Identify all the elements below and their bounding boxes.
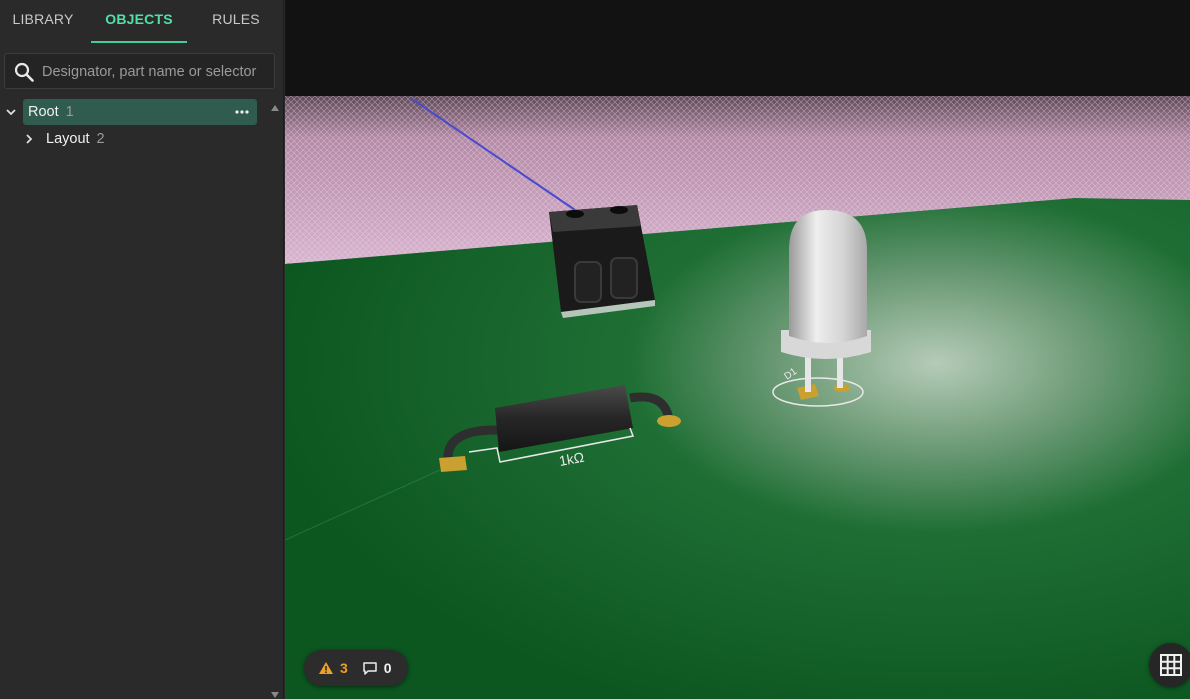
status-indicator[interactable]: 3 0: [304, 650, 408, 686]
chevron-down-icon[interactable]: [3, 104, 19, 120]
tree-item-layout-label: Layout: [46, 131, 90, 147]
search-icon: [14, 62, 34, 82]
tree-item-layout[interactable]: Layout 2: [41, 126, 241, 152]
search-box[interactable]: [4, 53, 275, 89]
comment-icon: [363, 662, 377, 675]
tree-item-root-count: 1: [65, 104, 74, 120]
tree-item-root-label: Root: [28, 104, 59, 120]
grid-icon: [1160, 654, 1182, 676]
tab-objects[interactable]: OBJECTS: [91, 0, 187, 38]
tab-rules[interactable]: RULES: [188, 0, 284, 38]
warning-count: 3: [340, 660, 348, 676]
warning-icon: [319, 662, 333, 674]
scroll-down-arrow[interactable]: [271, 692, 279, 698]
left-panel: LIBRARY OBJECTS RULES Root 1 Layout 2: [0, 0, 284, 699]
pcb-3d-scene: D1 1kΩ: [285, 0, 1190, 699]
3d-viewport[interactable]: D1 1kΩ: [285, 0, 1190, 699]
grid-toggle-button[interactable]: [1149, 643, 1190, 687]
panel-tabs: LIBRARY OBJECTS RULES: [0, 0, 283, 44]
more-icon[interactable]: [235, 104, 249, 120]
active-tab-indicator: [91, 41, 187, 43]
scroll-up-arrow[interactable]: [271, 105, 279, 111]
search-input[interactable]: [40, 58, 272, 86]
tab-library[interactable]: LIBRARY: [0, 0, 86, 38]
terminal-block[interactable]: [549, 205, 655, 318]
comment-count: 0: [383, 660, 392, 676]
tree-item-root[interactable]: Root 1: [23, 99, 257, 125]
chevron-right-icon[interactable]: [21, 131, 37, 147]
tree-item-layout-count: 2: [96, 131, 105, 147]
